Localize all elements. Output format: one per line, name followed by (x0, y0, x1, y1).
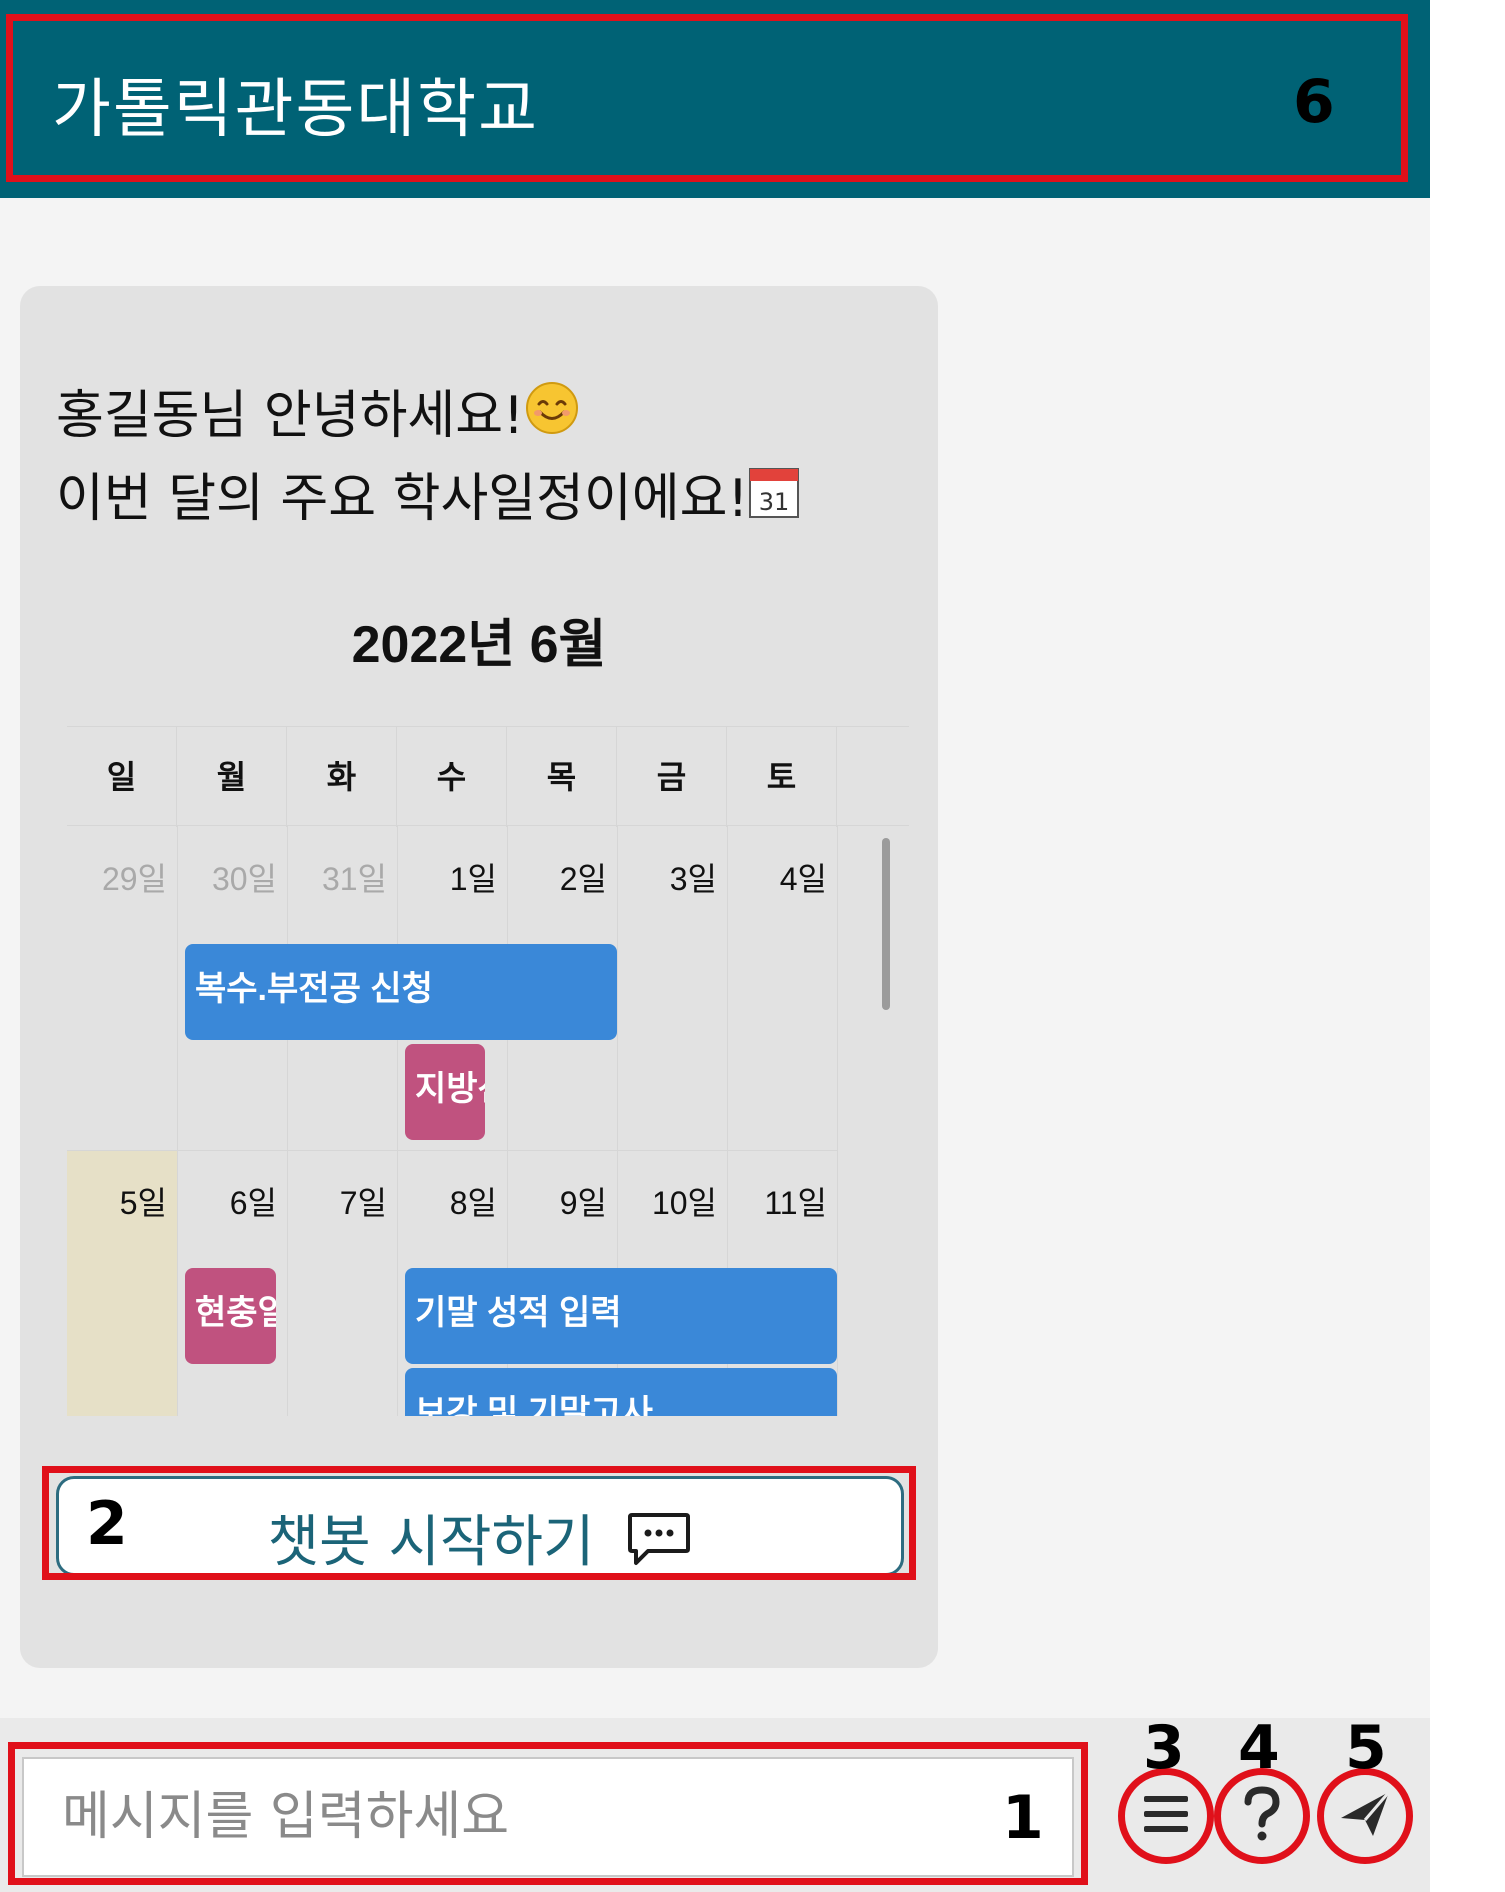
calendar-weekday-header: 일월화수목금토 (67, 726, 909, 827)
calendar-icon: 31 (748, 462, 800, 542)
calendar-event[interactable]: 복수.부전공 신청 (185, 944, 617, 1040)
weekday-header-6: 토 (727, 727, 837, 827)
greeting-text: 홍길동님 안녕하세요! 이번 달의 주요 학사일정이에요! 31 (56, 376, 800, 542)
annotation-label-3: 3 (1143, 1713, 1185, 1783)
weekday-header-2: 화 (287, 727, 397, 827)
calendar-scrollbar[interactable] (882, 838, 890, 1010)
annotation-box-message-input (8, 1742, 1088, 1885)
annotation-label-4: 4 (1238, 1713, 1280, 1783)
chatbot-app: 가톨릭관동대학교 홍길동님 안녕하세요! 이번 달의 주요 학사일정이에요! 31… (0, 0, 1430, 1892)
weekday-header-3: 수 (397, 727, 507, 827)
calendar-day-0-6[interactable]: 4일 (727, 854, 827, 900)
calendar-column-divider (177, 826, 178, 1416)
calendar-icon-number: 31 (759, 488, 790, 516)
calendar-day-1-4[interactable]: 9일 (507, 1178, 607, 1224)
calendar-day-0-2[interactable]: 31일 (287, 854, 387, 900)
weekday-header-4: 목 (507, 727, 617, 827)
annotation-label-6: 6 (1293, 67, 1335, 137)
annotation-label-2: 2 (86, 1489, 128, 1559)
calendar-day-1-1[interactable]: 6일 (177, 1178, 277, 1224)
greeting-line-2: 이번 달의 주요 학사일정이에요! (56, 469, 749, 529)
calendar-grid[interactable]: 일월화수목금토 29일30일31일1일2일3일4일복수.부전공 신청지방선거 5일… (67, 726, 909, 1416)
calendar-day-1-3[interactable]: 8일 (397, 1178, 497, 1224)
annotation-box-header (6, 14, 1408, 182)
annotation-box-start-button (42, 1466, 916, 1580)
calendar-day-0-3[interactable]: 1일 (397, 854, 497, 900)
chat-message-bubble: 홍길동님 안녕하세요! 이번 달의 주요 학사일정이에요! 31 2022년 6월… (20, 286, 938, 1668)
calendar-day-0-4[interactable]: 2일 (507, 854, 607, 900)
calendar-title: 2022년 6월 (351, 616, 607, 674)
calendar-day-1-5[interactable]: 10일 (617, 1178, 717, 1224)
calendar-event[interactable]: 보강 및 기말고사 (405, 1368, 837, 1416)
weekday-header-1: 월 (177, 727, 287, 827)
calendar-day-0-1[interactable]: 30일 (177, 854, 277, 900)
calendar-day-1-2[interactable]: 7일 (287, 1178, 387, 1224)
annotation-label-1: 1 (1002, 1783, 1044, 1853)
calendar-event[interactable]: 지방선거 (405, 1044, 485, 1140)
calendar-event[interactable]: 기말 성적 입력 (405, 1268, 837, 1364)
calendar-event[interactable]: 현충일 (185, 1268, 276, 1364)
annotation-label-5: 5 (1345, 1713, 1387, 1783)
weekday-header-5: 금 (617, 727, 727, 827)
calendar-week-divider (67, 1150, 837, 1151)
greeting-line-1: 홍길동님 안녕하세요! (56, 386, 524, 446)
calendar-column-divider (837, 826, 838, 1416)
calendar-day-1-6[interactable]: 11일 (727, 1178, 827, 1224)
calendar-day-1-0[interactable]: 5일 (67, 1178, 167, 1224)
weekday-header-0: 일 (67, 727, 177, 827)
calendar-column-divider (287, 826, 288, 1416)
calendar-day-0-5[interactable]: 3일 (617, 854, 717, 900)
calendar-day-0-0[interactable]: 29일 (67, 854, 167, 900)
calendar-column-divider (397, 826, 398, 1416)
smiling-face-icon (524, 379, 580, 459)
